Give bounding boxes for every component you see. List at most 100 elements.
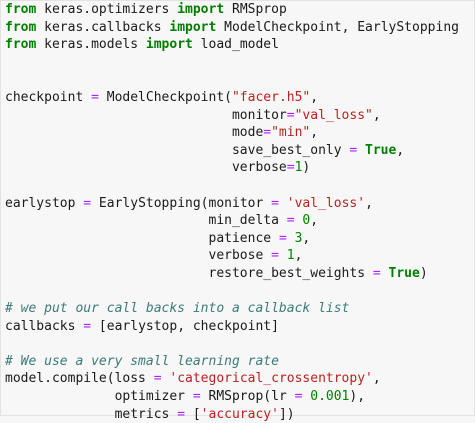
code-text-token: checkpoint: [5, 89, 92, 105]
code-line: earlystop = EarlyStopping(monitor = 'val…: [5, 195, 474, 213]
keyword-token: from: [5, 37, 37, 53]
code-line: mode="min",: [5, 124, 474, 142]
operator-token: =: [263, 125, 272, 141]
code-line: checkpoint = ModelCheckpoint("facer.h5",: [5, 89, 474, 107]
operator-token: =: [83, 195, 92, 211]
code-text-token: verbose: [5, 160, 287, 176]
string-token: "val_loss": [294, 107, 373, 123]
operator-token: =: [91, 89, 99, 105]
code-text-token: ,: [365, 195, 373, 211]
keyword-token: import: [177, 2, 225, 17]
code-text-token: mode: [5, 125, 264, 141]
operator-token: =: [177, 406, 186, 422]
code-text-token: patience: [5, 230, 279, 246]
code-text-token: ,: [310, 89, 319, 105]
code-text-token: ]): [278, 406, 295, 422]
code-text-token: ),: [349, 389, 366, 405]
code-line: metrics = ['accuracy']): [5, 406, 474, 423]
code-text-token: restore_best_weights: [5, 265, 373, 281]
code-text-token: earlystop: [5, 195, 84, 211]
code-line: from keras.models import load_model: [5, 36, 474, 54]
code-line: monitor="val_loss",: [5, 107, 474, 125]
code-line: restore_best_weights = True): [5, 265, 474, 283]
operator-token: =: [286, 107, 295, 123]
code-text-token: ,: [372, 107, 381, 123]
code-text-token: metrics: [5, 406, 178, 422]
operator-token: =: [286, 160, 295, 176]
number-token: 0.001: [310, 389, 350, 405]
code-text-token: ,: [302, 230, 311, 246]
code-editor[interactable]: from keras.optimizers import RMSprop from…: [0, 0, 475, 422]
operator-token: =: [286, 213, 295, 229]
code-text-token: keras.models: [36, 37, 146, 53]
code-block[interactable]: from keras.optimizers import RMSprop from…: [5, 1, 474, 423]
string-token: 'val_loss': [286, 195, 366, 211]
code-text-token: ,: [294, 248, 303, 264]
code-text-token: save_best_only: [5, 142, 350, 158]
code-text-token: ModelCheckpoint(: [98, 89, 232, 105]
string-token: "facer.h5": [231, 89, 311, 105]
comment-token: # We use a very small learning rate: [5, 353, 279, 369]
code-line: callbacks = [earlystop, checkpoint]: [5, 318, 474, 336]
operator-token: =: [192, 389, 201, 405]
code-text-token: verbose: [5, 248, 272, 264]
code-text-token: callbacks: [5, 318, 84, 334]
code-line: min_delta = 0,: [5, 212, 474, 230]
code-text-token: RMSprop(lr: [200, 389, 295, 405]
constant-token: True: [365, 142, 397, 158]
comment-token: # we put our call backs into a callback …: [5, 301, 350, 317]
code-text-token: [: [185, 406, 201, 422]
operator-token: =: [271, 248, 279, 264]
code-text-token: ,: [310, 125, 319, 141]
code-text-token: monitor: [5, 107, 287, 123]
code-line: verbose = 1,: [5, 247, 474, 265]
keyword-token: import: [145, 37, 193, 53]
operator-token: =: [271, 195, 279, 211]
code-line: model.compile(loss = 'categorical_crosse…: [5, 370, 474, 388]
code-text-token: ,: [310, 213, 319, 229]
code-line: optimizer = RMSprop(lr = 0.001),: [5, 388, 474, 406]
code-text-token: ): [302, 160, 311, 176]
constant-token: True: [388, 265, 420, 281]
number-token: 1: [286, 248, 295, 264]
code-line: verbose=1): [5, 159, 474, 177]
code-text-token: ModelCheckpoint, EarlyStopping: [216, 19, 459, 35]
code-text-token: ,: [396, 142, 405, 158]
code-text-token: min_delta: [5, 213, 287, 229]
string-token: 'accuracy': [200, 406, 279, 422]
code-text-token: load_model: [192, 37, 279, 53]
code-text-token: optimizer: [5, 389, 193, 405]
operator-token: =: [83, 318, 92, 334]
code-text-token: keras.optimizers: [36, 2, 178, 17]
keyword-token: import: [169, 19, 217, 35]
operator-token: =: [153, 371, 162, 387]
code-text-token: keras.callbacks: [36, 19, 170, 35]
string-token: 'categorical_crossentropy': [169, 371, 373, 387]
code-line: # we put our call backs into a callback …: [5, 300, 474, 318]
keyword-token: from: [5, 2, 37, 17]
operator-token: =: [372, 265, 381, 281]
code-text-token: [earlystop, checkpoint]: [91, 318, 279, 334]
code-line: # We use a very small learning rate: [5, 353, 474, 371]
code-text-token: RMSprop: [224, 2, 287, 17]
code-text-token: EarlyStopping(monitor: [91, 195, 272, 211]
keyword-token: from: [5, 19, 37, 35]
code-line: patience = 3,: [5, 230, 474, 248]
code-line: save_best_only = True,: [5, 142, 474, 160]
code-text-token: ): [419, 265, 428, 281]
operator-token: =: [278, 230, 287, 246]
code-line: from keras.optimizers import RMSprop: [5, 1, 474, 19]
code-text-token: model.compile(loss: [5, 371, 154, 387]
string-token: "min": [271, 125, 311, 141]
code-text-token: ,: [372, 371, 381, 387]
